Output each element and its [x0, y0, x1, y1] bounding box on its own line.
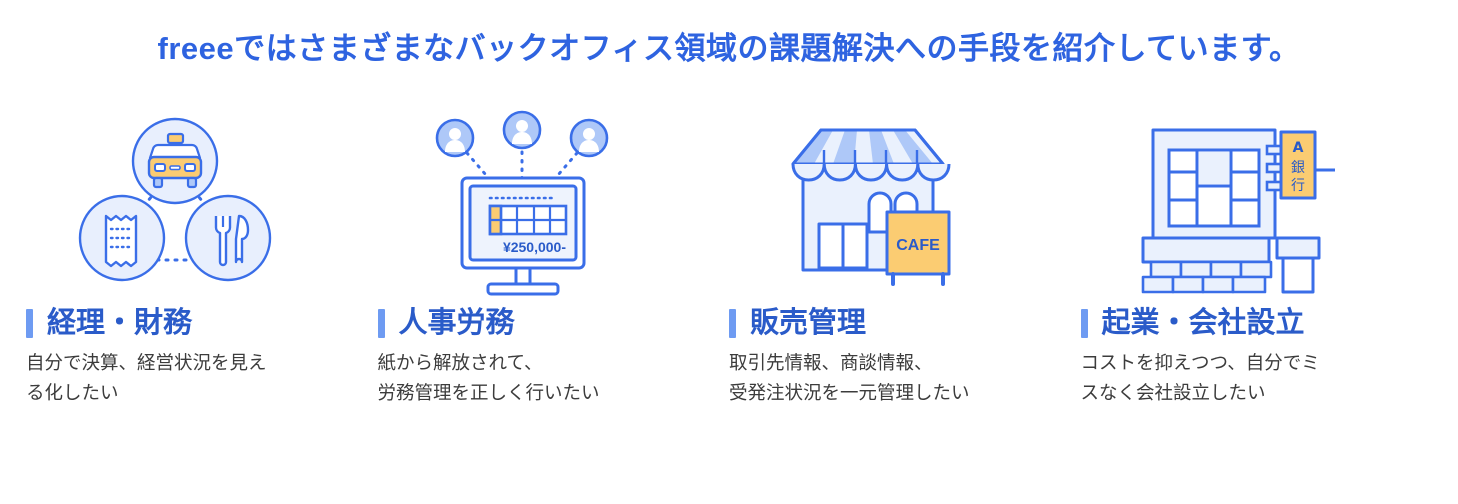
- card-body-line: 紙から解放されて、: [377, 352, 543, 374]
- sales-management-icon: CAFE: [729, 103, 1069, 303]
- card-body: 紙から解放されて、 労務管理を正しく行いたい: [378, 348, 688, 408]
- card-body: 自分で決算、経営状況を見え る化したい: [26, 348, 336, 408]
- card-body-line: る化したい: [26, 382, 119, 404]
- card-company-establishment: A 銀 行 起業・会社設立 コストを抑えつつ、自分でミ スなく会社設立したい: [1080, 103, 1433, 408]
- card-title: 起業・会社設立: [1101, 307, 1305, 340]
- card-heading: 経理・財務: [26, 307, 366, 340]
- card-body-line: 労務管理を正しく行いたい: [377, 382, 600, 404]
- card-body-line: 自分で決算、経営状況を見え: [26, 352, 267, 374]
- monitor-amount-label: ¥250,000-: [502, 239, 565, 255]
- accent-bar: [729, 309, 736, 339]
- hr-labor-icon: ¥250,000-: [378, 103, 718, 303]
- card-title: 人事労務: [398, 307, 515, 340]
- accent-bar: [26, 309, 33, 339]
- card-body-line: 取引先情報、商談情報、: [729, 352, 933, 374]
- card-hr-labor: ¥250,000- 人事労務 紙から解放されて、 労務管理を正しく行いたい: [377, 103, 730, 408]
- receipt-icon: [104, 214, 138, 268]
- card-list: 経理・財務 自分で決算、経営状況を見え る化したい ¥250,000- 人事労務…: [0, 103, 1458, 408]
- card-body: 取引先情報、商談情報、 受発注状況を一元管理したい: [729, 348, 1039, 408]
- monitor-icon: [460, 176, 585, 296]
- card-heading: 起業・会社設立: [1080, 307, 1421, 340]
- card-body: コストを抑えつつ、自分でミ スなく会社設立したい: [1081, 348, 1391, 408]
- page-title: freeeではさまざまなバックオフィス領域の課題解決への手段を紹介しています。: [157, 31, 1301, 66]
- awning-icon: [791, 128, 951, 182]
- vertical-sign-icon: A 銀 行: [1279, 130, 1316, 200]
- accent-bar: [1080, 309, 1088, 339]
- card-body-line: スなく会社設立したい: [1080, 382, 1266, 404]
- sandwich-board-icon: CAFE: [885, 210, 951, 287]
- card-title: 経理・財務: [47, 307, 193, 340]
- card-sales-management: CAFE 販売管理 取引先情報、商談情報、 受発注状況を一元管理したい: [729, 103, 1081, 408]
- person-avatar-icon: [435, 110, 608, 157]
- bank-sign-char: 銀: [1291, 160, 1305, 176]
- card-accounting-finance: 経理・財務 自分で決算、経営状況を見え る化したい: [26, 103, 378, 408]
- company-establishment-icon: A 銀 行: [1081, 103, 1421, 303]
- bank-sign-char: 行: [1291, 178, 1305, 194]
- bank-sign-char: A: [1292, 140, 1303, 156]
- accent-bar: [377, 309, 385, 339]
- cafe-sign-label: CAFE: [896, 237, 940, 254]
- accounting-finance-icon: [26, 103, 366, 303]
- card-title: 販売管理: [750, 307, 867, 340]
- card-body-line: コストを抑えつつ、自分でミ: [1080, 352, 1320, 374]
- card-heading: 人事労務: [377, 307, 718, 340]
- card-body-line: 受発注状況を一元管理したい: [729, 382, 970, 404]
- card-heading: 販売管理: [729, 307, 1069, 340]
